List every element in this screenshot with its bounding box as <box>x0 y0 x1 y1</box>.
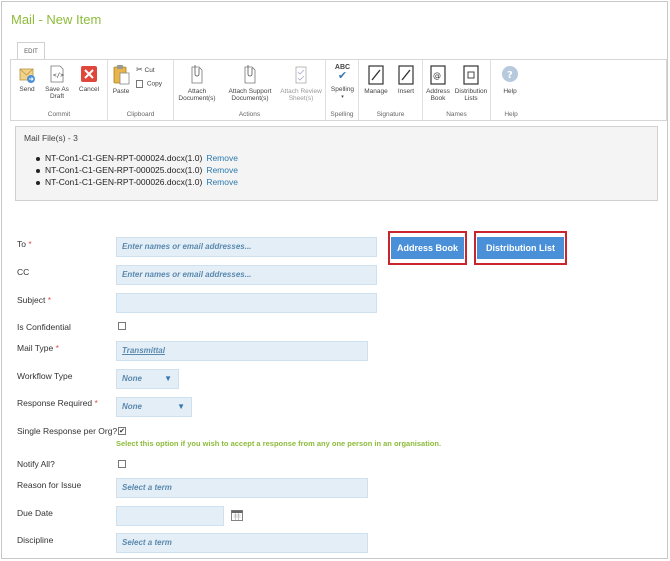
send-icon <box>19 68 35 83</box>
list-item: NT-Con1-C1-GEN-RPT-000025.docx(1.0) Remov… <box>36 165 238 175</box>
ribbon-group-clipboard: Paste ✂ Cut Copy Clipboard <box>108 60 174 120</box>
single-response-label: Single Response per Org? <box>17 426 118 436</box>
to-input[interactable]: Enter names or email addresses... <box>116 237 377 257</box>
address-book-ribbon-button[interactable]: @ Address Book <box>425 64 451 102</box>
due-date-label: Due Date <box>17 508 53 518</box>
attach-documents-button[interactable]: Attach Document(s) <box>176 64 218 102</box>
chevron-down-icon: ▾ <box>341 94 344 100</box>
single-response-checkbox[interactable]: ✔ <box>118 427 126 435</box>
send-button[interactable]: Send <box>16 64 38 93</box>
remove-link[interactable]: Remove <box>206 177 238 187</box>
notify-all-checkbox[interactable] <box>118 460 126 468</box>
svg-text:</>: </> <box>53 72 64 79</box>
required-marker: * <box>47 295 52 305</box>
group-label-spelling: Spelling <box>330 111 354 118</box>
calendar-icon[interactable] <box>231 509 243 521</box>
response-required-label: Response Required * <box>17 398 98 408</box>
cut-button[interactable]: ✂ Cut <box>136 65 155 74</box>
review-sheet-icon <box>295 66 307 84</box>
svg-text:?: ? <box>507 70 513 81</box>
attach-document-icon <box>191 65 203 84</box>
paste-button[interactable]: Paste <box>110 64 132 95</box>
confidential-checkbox[interactable] <box>118 322 126 330</box>
mail-files-title: Mail File(s) - 3 <box>24 133 78 143</box>
signature-manage-icon <box>368 65 384 85</box>
manage-signature-button[interactable]: Manage <box>362 64 390 95</box>
distribution-lists-ribbon-button[interactable]: Distribution Lists <box>453 64 489 102</box>
discipline-input[interactable]: Select a term <box>116 533 368 553</box>
reason-for-issue-input[interactable]: Select a term <box>116 478 368 498</box>
bullet-icon <box>36 180 40 185</box>
distribution-list-button[interactable]: Distribution List <box>477 237 564 259</box>
group-label-signature: Signature <box>376 111 405 118</box>
remove-link[interactable]: Remove <box>206 165 238 175</box>
address-book-icon: @ <box>430 65 446 85</box>
paste-icon <box>113 65 130 85</box>
page-title: Mail - New Item <box>11 12 102 27</box>
cc-input[interactable]: Enter names or email addresses... <box>116 265 377 285</box>
ribbon-group-help: ? Help Help <box>491 60 531 120</box>
attach-support-documents-button[interactable]: Attach Support Document(s) <box>224 64 276 102</box>
ribbon-group-commit: Send </> Save As Draft Cancel Commit <box>11 60 108 120</box>
ribbon-toolbar: Send </> Save As Draft Cancel Commit Pas… <box>10 59 667 121</box>
discipline-label: Discipline <box>17 535 54 545</box>
copy-icon <box>136 80 143 88</box>
confidential-label: Is Confidential <box>17 322 71 332</box>
due-date-input[interactable] <box>116 506 224 526</box>
dropdown-arrow-icon: ▼ <box>164 374 172 383</box>
group-label-names: Names <box>446 111 467 118</box>
help-icon: ? <box>502 66 518 82</box>
mail-files-panel: Mail File(s) - 3 NT-Con1-C1-GEN-RPT-0000… <box>15 126 658 201</box>
required-marker: * <box>94 398 98 408</box>
scissors-icon: ✂ <box>136 65 143 74</box>
ribbon-group-signature: Manage Insert Signature <box>359 60 423 120</box>
ribbon-group-actions: Attach Document(s) Attach Support Docume… <box>174 60 326 120</box>
address-book-button[interactable]: Address Book <box>391 237 464 259</box>
bullet-icon <box>36 168 40 173</box>
cancel-button[interactable]: Cancel <box>75 64 103 93</box>
reason-label: Reason for Issue <box>17 480 82 490</box>
distribution-list-icon <box>463 65 479 85</box>
list-item: NT-Con1-C1-GEN-RPT-000026.docx(1.0) Remov… <box>36 177 238 187</box>
response-required-select[interactable]: None ▼ <box>116 397 192 417</box>
signature-insert-icon <box>398 65 414 85</box>
subject-input[interactable] <box>116 293 377 313</box>
workflow-type-label: Workflow Type <box>17 371 73 381</box>
cc-label: CC <box>17 267 30 277</box>
mail-type-label: Mail Type * <box>17 343 59 353</box>
copy-button[interactable]: Copy <box>136 80 162 88</box>
list-item: NT-Con1-C1-GEN-RPT-000024.docx(1.0) Remov… <box>36 153 238 163</box>
tab-edit[interactable]: EDIT <box>17 42 45 60</box>
notify-all-label: Notify All? <box>17 459 55 469</box>
to-label: To * <box>17 239 32 249</box>
single-response-hint: Select this option if you wish to accept… <box>116 439 442 448</box>
save-as-draft-button[interactable]: </> Save As Draft <box>41 64 73 100</box>
group-label-actions: Actions <box>238 111 261 118</box>
ribbon-group-spelling: ABC ✔ Spelling ▾ Spelling <box>326 60 359 120</box>
dropdown-arrow-icon: ▼ <box>177 402 185 411</box>
required-marker: * <box>28 239 32 249</box>
spellcheck-icon: ABC ✔ <box>334 64 351 82</box>
group-label-clipboard: Clipboard <box>126 111 155 118</box>
required-marker: * <box>55 343 59 353</box>
spelling-button[interactable]: ABC ✔ Spelling ▾ <box>327 64 358 101</box>
attach-review-sheets-button[interactable]: Attach Review Sheet(s) <box>278 64 324 102</box>
svg-text:@: @ <box>433 71 441 80</box>
ribbon-group-names: @ Address Book Distribution Lists Names <box>423 60 491 120</box>
insert-signature-button[interactable]: Insert <box>393 64 419 95</box>
attach-support-icon <box>244 65 256 84</box>
group-label-help: Help <box>504 111 518 118</box>
bullet-icon <box>36 156 40 161</box>
workflow-type-select[interactable]: None ▼ <box>116 369 179 389</box>
subject-label: Subject * <box>17 295 52 305</box>
group-label-commit: Commit <box>47 111 71 118</box>
help-button[interactable]: ? Help <box>497 64 523 95</box>
close-icon <box>81 66 97 82</box>
remove-link[interactable]: Remove <box>206 153 238 163</box>
mail-type-field[interactable]: Transmittal <box>116 341 368 361</box>
save-draft-icon: </> <box>50 65 64 83</box>
